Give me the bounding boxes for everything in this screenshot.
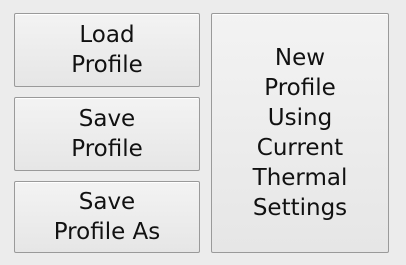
new-profile-from-current-settings-button[interactable]: New Profile Using Current Thermal Settin… — [211, 13, 389, 253]
profile-actions-panel: Load Profile Save Profile Save Profile A… — [0, 0, 406, 265]
load-profile-button[interactable]: Load Profile — [14, 13, 200, 87]
save-profile-as-button[interactable]: Save Profile As — [14, 181, 200, 253]
save-profile-button[interactable]: Save Profile — [14, 97, 200, 171]
